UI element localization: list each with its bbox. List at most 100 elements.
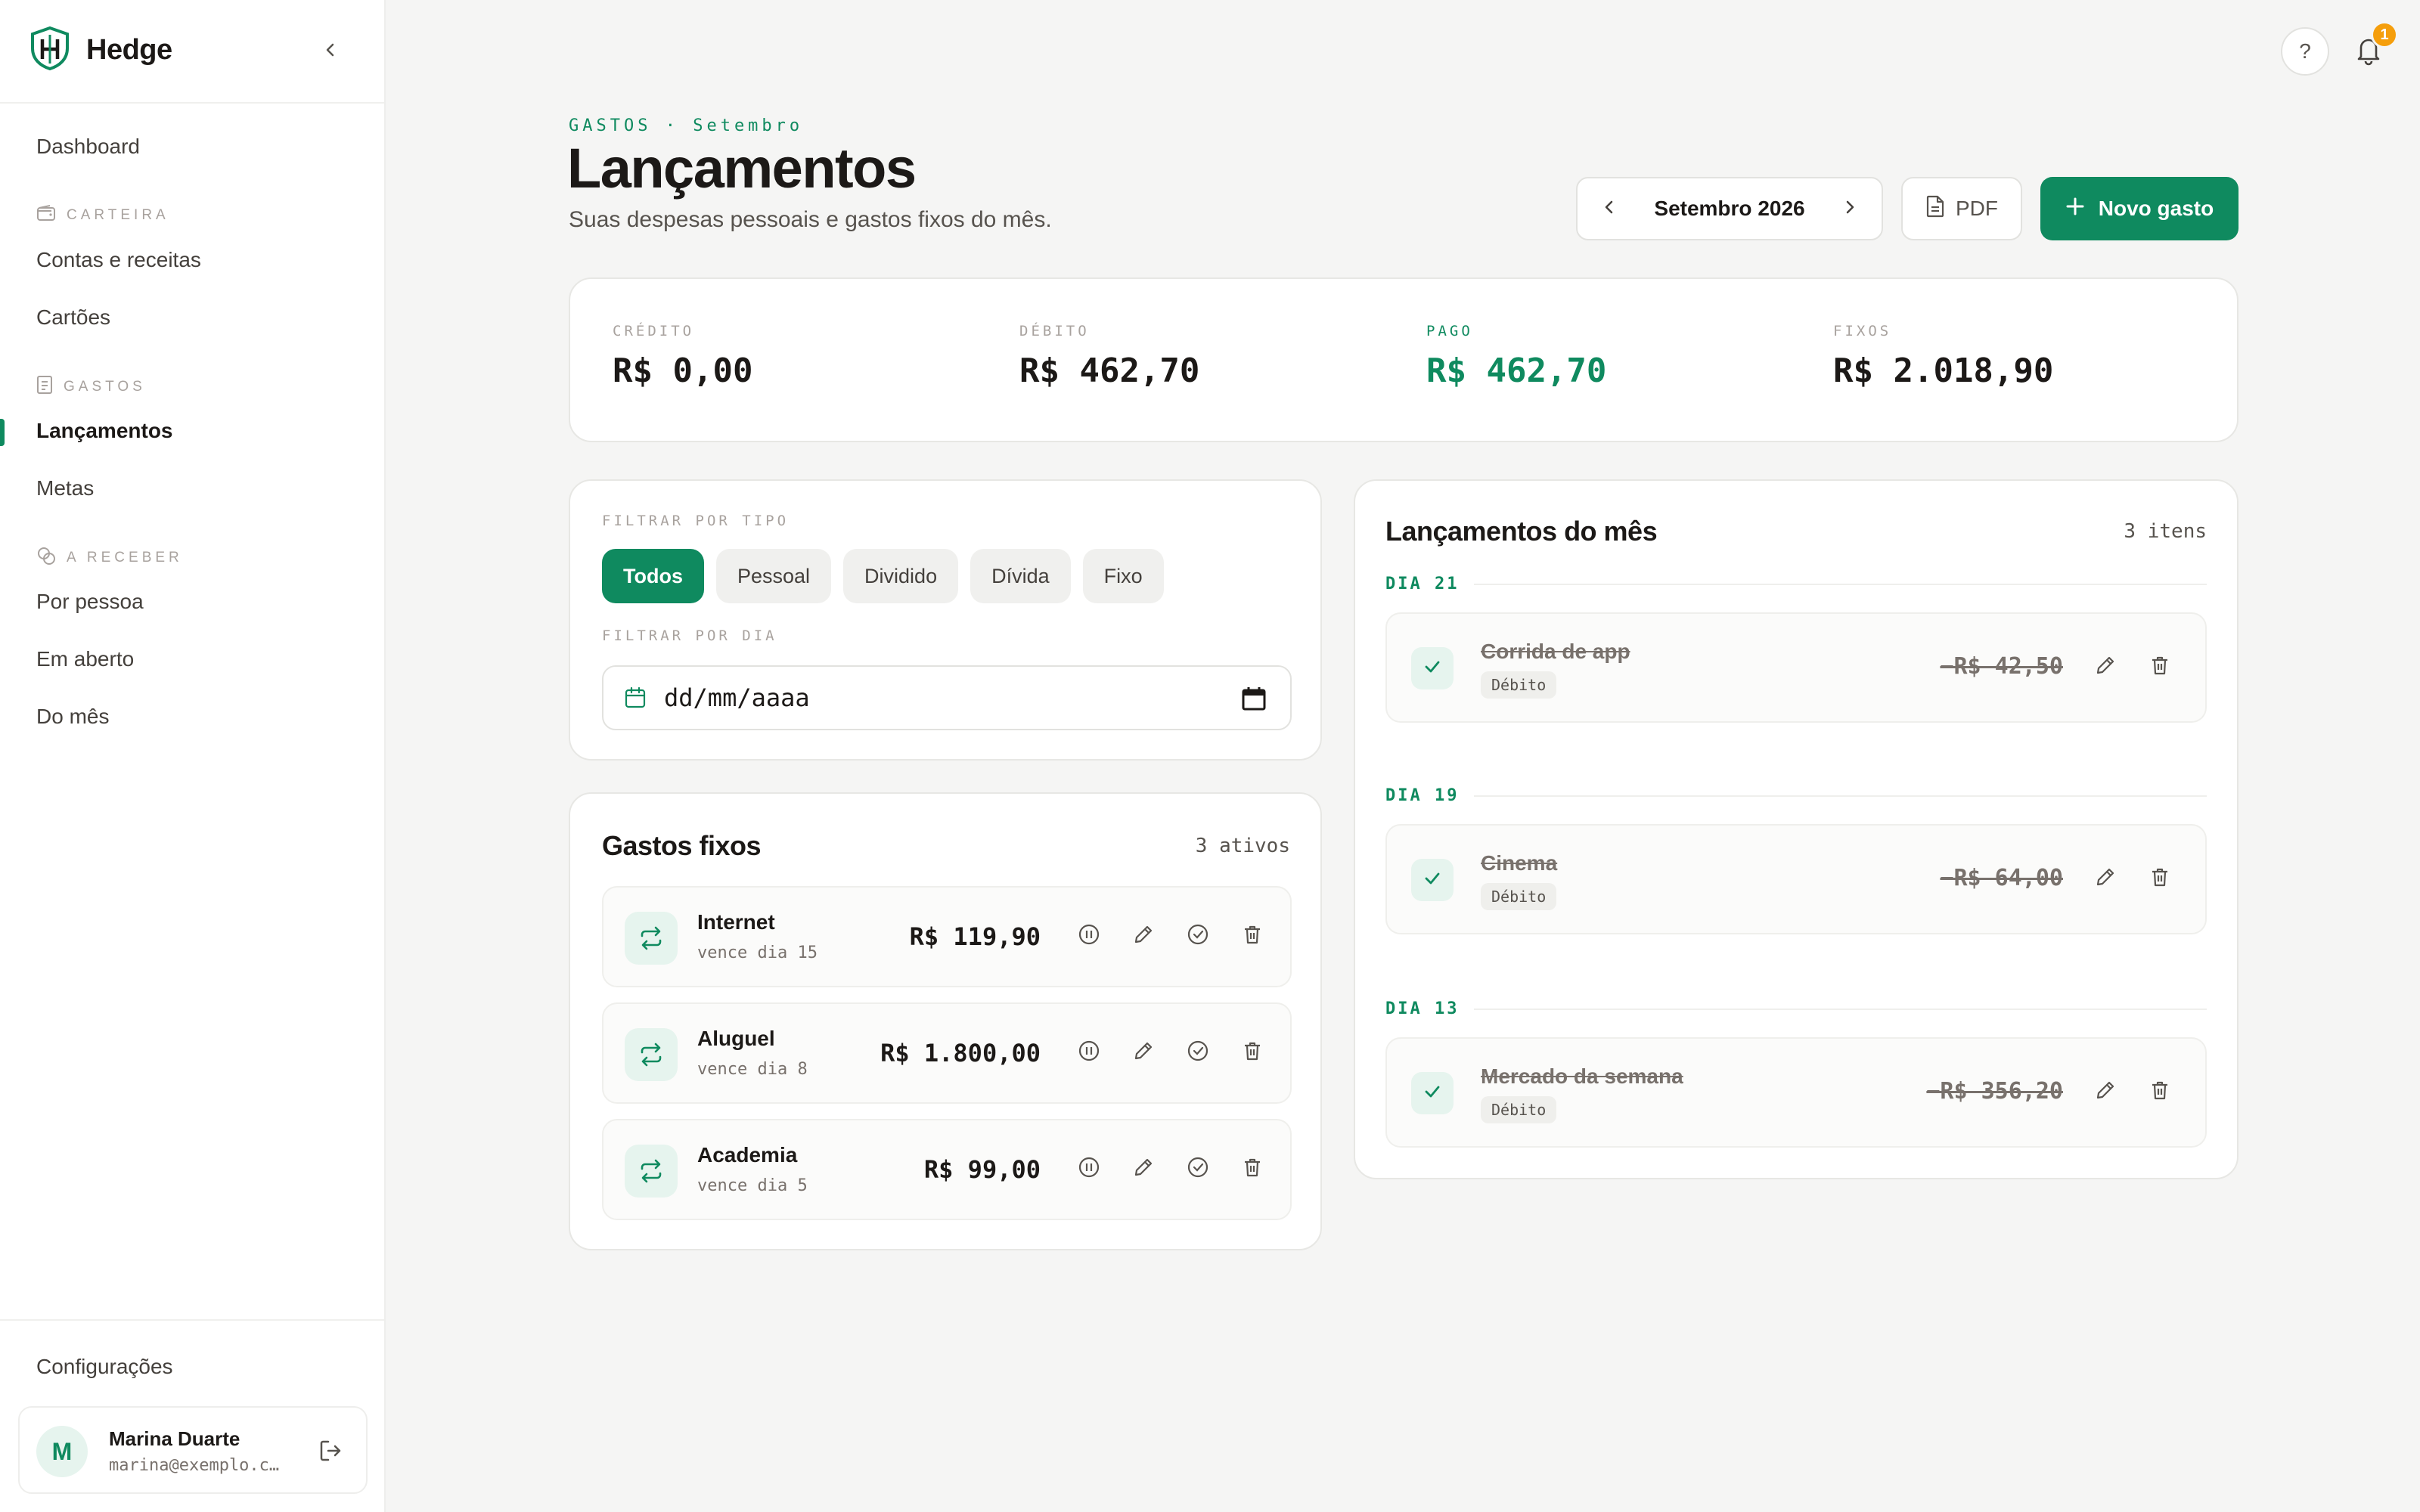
user-card[interactable]: M Marina Duarte marina@exemplo.c… [18, 1406, 368, 1494]
monthly-entries-card: Lançamentos do mês 3 itens DIA 21 Corrid… [1354, 479, 2238, 1179]
trash-icon [1241, 1156, 1264, 1182]
fixed-expense-row[interactable]: Internet vence dia 15 R$ 119,90 [602, 886, 1292, 987]
repeat-icon [625, 1028, 678, 1081]
edit-button[interactable] [1128, 1037, 1159, 1067]
chip-divida[interactable]: Dívida [970, 549, 1071, 603]
pause-button[interactable] [1074, 1154, 1104, 1184]
logout-icon [318, 1438, 343, 1467]
trash-icon [2149, 1079, 2171, 1105]
sidebar-item-contas[interactable]: Contas e receitas [36, 248, 201, 272]
trash-icon [2149, 866, 2171, 892]
next-month-button[interactable] [1833, 192, 1866, 225]
mark-paid-button[interactable] [1183, 921, 1213, 951]
sidebar-item-por-pessoa[interactable]: Por pessoa [36, 590, 144, 614]
monthly-entries-count: 3 itens [2124, 520, 2207, 543]
hedge-logo-icon [29, 26, 71, 75]
stat-value: R$ 2.018,90 [1833, 352, 2054, 390]
sidebar-item-em-aberto[interactable]: Em aberto [36, 647, 134, 671]
day-divider [1474, 795, 2207, 797]
coins-icon [36, 546, 56, 570]
new-expense-button[interactable]: Novo gasto [2040, 177, 2238, 240]
pause-icon [1078, 923, 1100, 950]
fixed-expenses-title: Gastos fixos [602, 830, 762, 861]
stat-value: R$ 0,00 [613, 352, 753, 390]
delete-button[interactable] [1237, 921, 1267, 951]
repeat-icon [625, 1145, 678, 1198]
fixed-expenses-card: Gastos fixos 3 ativos Internet vence dia… [569, 792, 1322, 1250]
section-label-carteira: CARTEIRA [36, 204, 169, 227]
paid-toggle[interactable] [1411, 1072, 1454, 1114]
chevron-right-icon [1842, 200, 1857, 218]
stat-credito: CRÉDITO R$ 0,00 [613, 323, 752, 390]
stat-fixos: FIXOS R$ 2.018,90 [1833, 323, 2053, 390]
entry-tag: Débito [1481, 883, 1557, 910]
edit-button[interactable] [2090, 1077, 2121, 1107]
paid-toggle[interactable] [1411, 647, 1454, 689]
mark-paid-button[interactable] [1183, 1037, 1213, 1067]
row-actions [1074, 1037, 1267, 1067]
wallet-icon [36, 204, 56, 227]
sidebar-item-cartoes[interactable]: Cartões [36, 305, 110, 330]
page-eyebrow: GASTOS · Setembro [569, 116, 804, 135]
stat-value: R$ 462,70 [1426, 352, 1607, 390]
pause-button[interactable] [1074, 1037, 1104, 1067]
pdf-export-button[interactable]: PDF [1901, 177, 2022, 240]
delete-button[interactable] [1237, 1154, 1267, 1184]
fixed-expense-amount: R$ 99,00 [923, 1155, 1041, 1184]
pause-icon [1078, 1156, 1100, 1182]
delete-button[interactable] [1237, 1037, 1267, 1067]
chip-fixo[interactable]: Fixo [1082, 549, 1164, 603]
day-label: DIA 21 [1385, 575, 1460, 593]
stat-pago: PAGO R$ 462,70 [1426, 323, 1606, 390]
sidebar-item-metas[interactable]: Metas [36, 476, 94, 500]
section-label-text: A RECEBER [67, 550, 183, 565]
edit-button[interactable] [2090, 652, 2121, 682]
sidebar-item-dashboard[interactable]: Dashboard [36, 135, 140, 159]
fixed-expense-row[interactable]: Academia vence dia 5 R$ 99,00 [602, 1119, 1292, 1220]
entry-name: Corrida de app [1481, 640, 1630, 663]
entry-row[interactable]: Corrida de app Débito −R$ 42,50 [1385, 612, 2207, 723]
fixed-expense-name: Aluguel [697, 1027, 775, 1050]
entry-row[interactable]: Mercado da semana Débito −R$ 356,20 [1385, 1037, 2207, 1148]
check-circle-icon [1187, 1156, 1209, 1182]
chip-dividido[interactable]: Dividido [843, 549, 959, 603]
sidebar: Hedge Dashboard CARTEIRA Contas e receit… [0, 0, 386, 1512]
mark-paid-button[interactable] [1183, 1154, 1213, 1184]
brand[interactable]: Hedge [29, 26, 172, 74]
day-filter-input[interactable]: dd/mm/aaaa [602, 665, 1292, 730]
pencil-icon [1132, 1040, 1155, 1066]
edit-button[interactable] [2090, 863, 2121, 894]
day-label: DIA 19 [1385, 786, 1460, 805]
paid-toggle[interactable] [1411, 859, 1454, 901]
chip-todos[interactable]: Todos [602, 549, 704, 603]
date-picker-icon[interactable] [1240, 685, 1267, 712]
edit-button[interactable] [1128, 1154, 1159, 1184]
day-label: DIA 13 [1385, 999, 1460, 1018]
collapse-sidebar-button[interactable] [314, 35, 347, 68]
sidebar-item-do-mes[interactable]: Do mês [36, 705, 109, 729]
sidebar-item-lancamentos[interactable]: Lançamentos [36, 419, 173, 443]
help-button[interactable]: ? [2281, 27, 2329, 76]
fixed-expense-amount: R$ 1.800,00 [880, 1039, 1041, 1067]
edit-button[interactable] [1128, 921, 1159, 951]
sidebar-item-configuracoes[interactable]: Configurações [36, 1355, 173, 1379]
delete-button[interactable] [2145, 652, 2175, 682]
repeat-icon [625, 912, 678, 965]
check-circle-icon [1187, 923, 1209, 950]
day-divider [1474, 1008, 2207, 1010]
delete-button[interactable] [2145, 863, 2175, 894]
pencil-icon [1132, 1156, 1155, 1182]
active-indicator [0, 419, 5, 446]
fixed-expense-row[interactable]: Aluguel vence dia 8 R$ 1.800,00 [602, 1002, 1292, 1104]
fixed-expense-amount: R$ 119,90 [909, 922, 1041, 951]
pause-button[interactable] [1074, 921, 1104, 951]
chevron-left-icon [322, 42, 339, 62]
entry-row[interactable]: Cinema Débito −R$ 64,00 [1385, 824, 2207, 934]
trash-icon [2149, 654, 2171, 680]
pdf-label: PDF [1956, 197, 1998, 220]
stat-label: PAGO [1426, 323, 1473, 339]
chip-pessoal[interactable]: Pessoal [715, 549, 832, 603]
delete-button[interactable] [2145, 1077, 2175, 1107]
logout-button[interactable] [313, 1435, 348, 1470]
fixed-expense-due: vence dia 8 [697, 1060, 808, 1079]
